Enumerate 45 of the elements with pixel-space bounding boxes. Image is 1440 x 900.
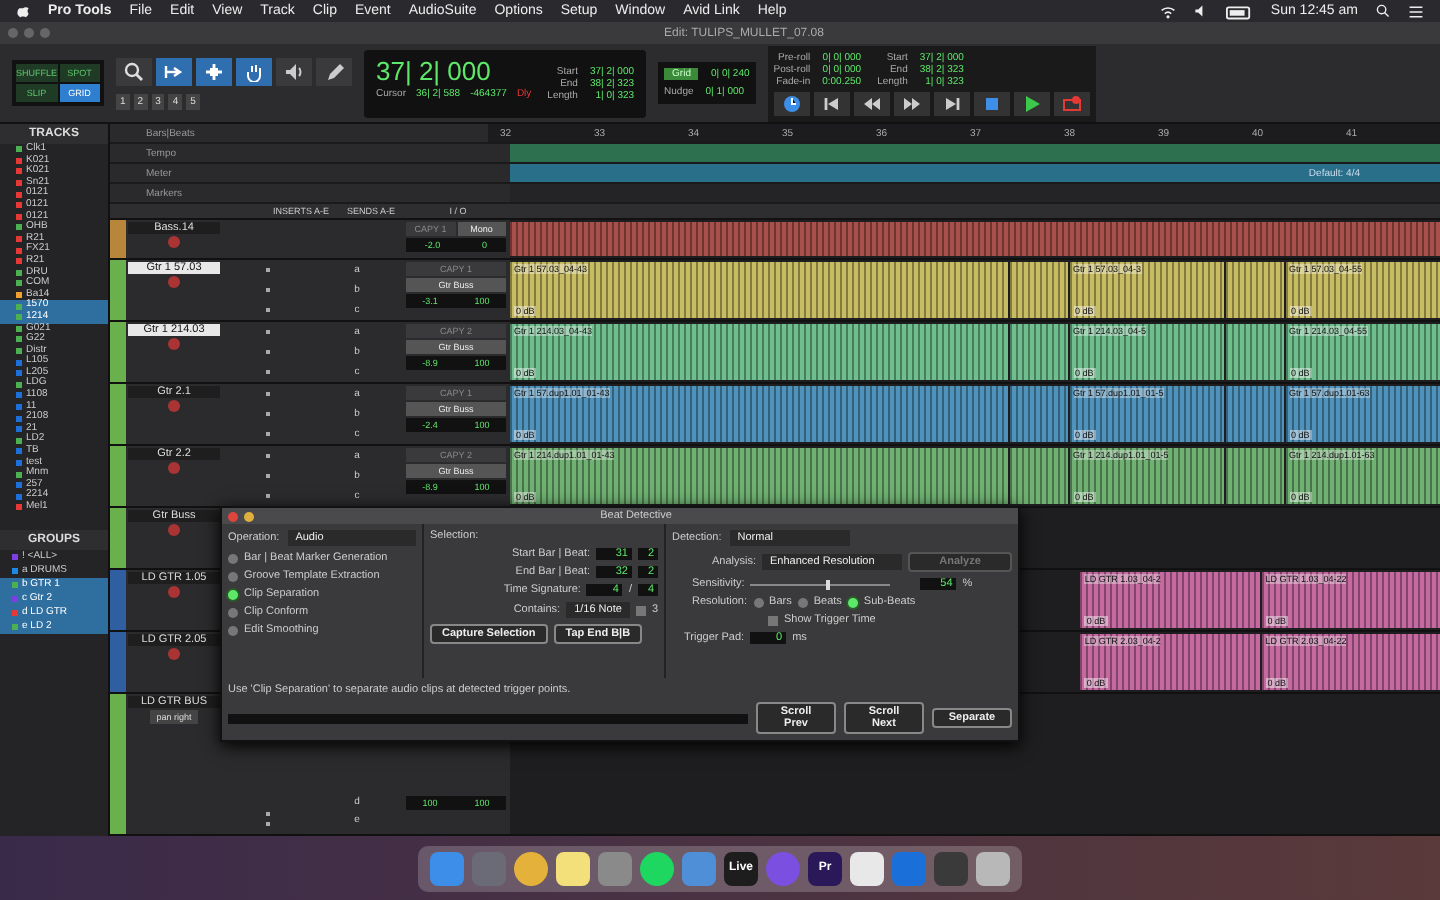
radio-button[interactable] — [228, 589, 238, 599]
radio-button[interactable] — [228, 571, 238, 581]
go-to-end-icon — [941, 93, 962, 113]
record-button[interactable] — [168, 276, 180, 288]
audio-clip[interactable] — [1010, 386, 1067, 442]
audio-clip[interactable] — [1010, 448, 1067, 504]
hand-icon — [244, 61, 264, 81]
record-button[interactable] — [168, 462, 180, 474]
radio-button[interactable] — [228, 625, 238, 635]
selector-icon — [204, 61, 224, 81]
fast-forward-icon — [901, 93, 922, 113]
radio-button[interactable] — [228, 553, 238, 563]
radio-button[interactable] — [797, 597, 808, 607]
audio-clip[interactable] — [1010, 324, 1067, 380]
trim-icon — [164, 61, 184, 81]
radio-button[interactable] — [847, 597, 858, 607]
battery-icon — [1226, 1, 1253, 21]
audio-clip[interactable] — [1226, 386, 1283, 442]
rewind-icon — [861, 93, 882, 113]
audio-clip[interactable] — [1010, 262, 1067, 318]
speaker-icon — [284, 61, 304, 81]
record-button[interactable] — [168, 338, 180, 350]
record-button[interactable] — [168, 236, 180, 248]
stop-icon — [981, 93, 1002, 113]
search-icon — [1376, 4, 1390, 18]
record-button[interactable] — [168, 524, 180, 536]
play-icon — [1021, 93, 1042, 113]
menu-icon — [1408, 3, 1424, 19]
checkbox[interactable] — [635, 605, 646, 615]
audio-clip[interactable] — [1226, 262, 1283, 318]
return-to-start-icon — [821, 93, 842, 113]
radio-button[interactable] — [228, 607, 238, 617]
record-icon — [1061, 93, 1082, 113]
wifi-icon — [1160, 3, 1177, 19]
pencil-icon — [324, 61, 344, 81]
audio-clip[interactable] — [1226, 448, 1283, 504]
checkbox[interactable] — [768, 615, 778, 625]
record-button[interactable] — [168, 648, 180, 660]
clock-icon — [781, 93, 802, 113]
record-button[interactable] — [168, 400, 180, 412]
magnifier-icon — [124, 61, 144, 81]
main-counter: 37| 2| 000 — [376, 55, 493, 85]
radio-button[interactable] — [753, 597, 764, 607]
record-button[interactable] — [168, 586, 180, 598]
audio-clip[interactable] — [1226, 324, 1283, 380]
